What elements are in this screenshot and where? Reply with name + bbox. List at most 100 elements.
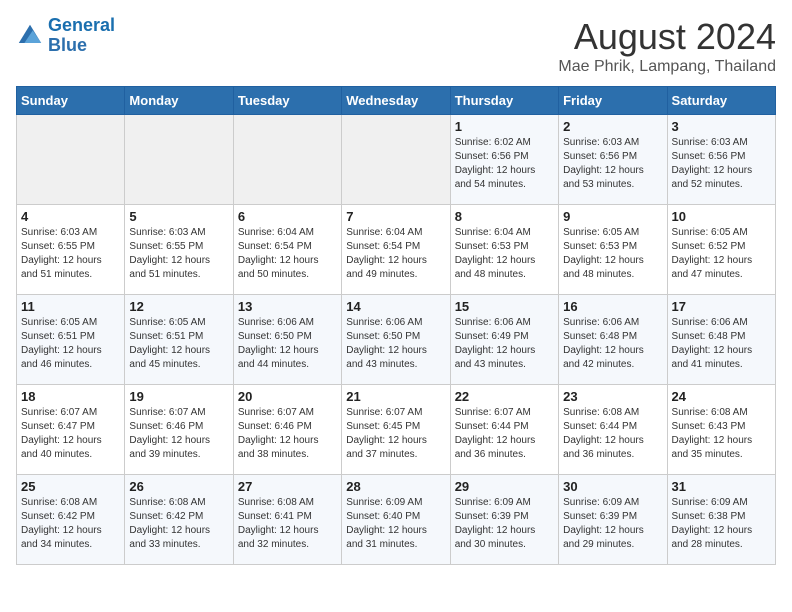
calendar-cell: 15 Sunrise: 6:06 AMSunset: 6:49 PMDayligh…	[450, 295, 558, 385]
calendar-cell: 30 Sunrise: 6:09 AMSunset: 6:39 PMDayligh…	[559, 475, 667, 565]
day-info: Sunrise: 6:07 AMSunset: 6:45 PMDaylight:…	[346, 406, 445, 462]
location: Mae Phrik, Lampang, Thailand	[558, 58, 776, 76]
day-info: Sunrise: 6:06 AMSunset: 6:49 PMDaylight:…	[455, 316, 554, 372]
weekday-header-tuesday: Tuesday	[233, 87, 341, 115]
day-number: 7	[346, 209, 445, 224]
calendar-cell: 16Sunrise: 6:06 AMSunset: 6:48 PMDayligh…	[559, 295, 667, 385]
calendar-cell: 13 Sunrise: 6:06 AMSunset: 6:50 PMDayligh…	[233, 295, 341, 385]
logo: General Blue	[16, 16, 115, 56]
day-number: 29	[455, 479, 554, 494]
day-number: 23	[563, 389, 662, 404]
calendar-cell: 14 Sunrise: 6:06 AMSunset: 6:50 PMDayligh…	[342, 295, 450, 385]
calendar-cell: 2Sunrise: 6:03 AMSunset: 6:56 PMDaylight…	[559, 115, 667, 205]
calendar-cell: 26Sunrise: 6:08 AMSunset: 6:42 PMDayligh…	[125, 475, 233, 565]
day-number: 18	[21, 389, 120, 404]
day-info: Sunrise: 6:03 AMSunset: 6:56 PMDaylight:…	[672, 136, 771, 192]
day-number: 30	[563, 479, 662, 494]
calendar-week-5: 25 Sunrise: 6:08 AMSunset: 6:42 PMDayligh…	[17, 475, 776, 565]
day-number: 25	[21, 479, 120, 494]
calendar-cell: 25 Sunrise: 6:08 AMSunset: 6:42 PMDayligh…	[17, 475, 125, 565]
day-number: 5	[129, 209, 228, 224]
day-info: Sunrise: 6:03 AMSunset: 6:55 PMDaylight:…	[21, 226, 120, 282]
weekday-header-sunday: Sunday	[17, 87, 125, 115]
day-info: Sunrise: 6:04 AMSunset: 6:53 PMDaylight:…	[455, 226, 554, 282]
day-number: 24	[672, 389, 771, 404]
day-info: Sunrise: 6:04 AMSunset: 6:54 PMDaylight:…	[238, 226, 337, 282]
calendar-cell: 29 Sunrise: 6:09 AMSunset: 6:39 PMDayligh…	[450, 475, 558, 565]
calendar-cell: 22Sunrise: 6:07 AMSunset: 6:44 PMDayligh…	[450, 385, 558, 475]
day-number: 6	[238, 209, 337, 224]
calendar-cell: 6 Sunrise: 6:04 AMSunset: 6:54 PMDaylight…	[233, 205, 341, 295]
weekday-header-wednesday: Wednesday	[342, 87, 450, 115]
calendar-cell: 7Sunrise: 6:04 AMSunset: 6:54 PMDaylight…	[342, 205, 450, 295]
day-info: Sunrise: 6:09 AMSunset: 6:40 PMDaylight:…	[346, 496, 445, 552]
calendar-cell: 5 Sunrise: 6:03 AMSunset: 6:55 PMDaylight…	[125, 205, 233, 295]
logo-text: General Blue	[48, 16, 115, 56]
weekday-header-monday: Monday	[125, 87, 233, 115]
day-number: 17	[672, 299, 771, 314]
calendar-week-2: 4 Sunrise: 6:03 AMSunset: 6:55 PMDaylight…	[17, 205, 776, 295]
day-number: 27	[238, 479, 337, 494]
day-info: Sunrise: 6:05 AMSunset: 6:53 PMDaylight:…	[563, 226, 662, 282]
calendar-cell: 1 Sunrise: 6:02 AMSunset: 6:56 PMDaylight…	[450, 115, 558, 205]
day-number: 21	[346, 389, 445, 404]
day-info: Sunrise: 6:08 AMSunset: 6:44 PMDaylight:…	[563, 406, 662, 462]
day-number: 1	[455, 119, 554, 134]
day-info: Sunrise: 6:06 AMSunset: 6:48 PMDaylight:…	[672, 316, 771, 372]
calendar-cell: 3Sunrise: 6:03 AMSunset: 6:56 PMDaylight…	[667, 115, 775, 205]
calendar-cell	[342, 115, 450, 205]
day-info: Sunrise: 6:06 AMSunset: 6:48 PMDaylight:…	[563, 316, 662, 372]
day-info: Sunrise: 6:05 AMSunset: 6:52 PMDaylight:…	[672, 226, 771, 282]
day-info: Sunrise: 6:08 AMSunset: 6:41 PMDaylight:…	[238, 496, 337, 552]
day-number: 15	[455, 299, 554, 314]
day-info: Sunrise: 6:07 AMSunset: 6:44 PMDaylight:…	[455, 406, 554, 462]
day-info: Sunrise: 6:07 AMSunset: 6:46 PMDaylight:…	[238, 406, 337, 462]
month-year: August 2024	[558, 16, 776, 58]
day-info: Sunrise: 6:03 AMSunset: 6:55 PMDaylight:…	[129, 226, 228, 282]
calendar-week-4: 18 Sunrise: 6:07 AMSunset: 6:47 PMDayligh…	[17, 385, 776, 475]
day-number: 20	[238, 389, 337, 404]
calendar-cell: 20 Sunrise: 6:07 AMSunset: 6:46 PMDayligh…	[233, 385, 341, 475]
day-info: Sunrise: 6:06 AMSunset: 6:50 PMDaylight:…	[238, 316, 337, 372]
calendar-cell: 28 Sunrise: 6:09 AMSunset: 6:40 PMDayligh…	[342, 475, 450, 565]
calendar-table: SundayMondayTuesdayWednesdayThursdayFrid…	[16, 86, 776, 565]
day-info: Sunrise: 6:07 AMSunset: 6:47 PMDaylight:…	[21, 406, 120, 462]
calendar-cell: 17 Sunrise: 6:06 AMSunset: 6:48 PMDayligh…	[667, 295, 775, 385]
day-number: 28	[346, 479, 445, 494]
day-number: 4	[21, 209, 120, 224]
calendar-cell: 19 Sunrise: 6:07 AMSunset: 6:46 PMDayligh…	[125, 385, 233, 475]
calendar-week-3: 11 Sunrise: 6:05 AMSunset: 6:51 PMDayligh…	[17, 295, 776, 385]
calendar-cell: 21 Sunrise: 6:07 AMSunset: 6:45 PMDayligh…	[342, 385, 450, 475]
calendar-cell: 10Sunrise: 6:05 AMSunset: 6:52 PMDayligh…	[667, 205, 775, 295]
calendar-week-1: 1 Sunrise: 6:02 AMSunset: 6:56 PMDaylight…	[17, 115, 776, 205]
day-number: 31	[672, 479, 771, 494]
calendar-cell	[233, 115, 341, 205]
day-info: Sunrise: 6:02 AMSunset: 6:56 PMDaylight:…	[455, 136, 554, 192]
day-info: Sunrise: 6:08 AMSunset: 6:42 PMDaylight:…	[21, 496, 120, 552]
day-info: Sunrise: 6:07 AMSunset: 6:46 PMDaylight:…	[129, 406, 228, 462]
day-number: 14	[346, 299, 445, 314]
day-number: 8	[455, 209, 554, 224]
day-number: 13	[238, 299, 337, 314]
day-info: Sunrise: 6:06 AMSunset: 6:50 PMDaylight:…	[346, 316, 445, 372]
day-info: Sunrise: 6:05 AMSunset: 6:51 PMDaylight:…	[129, 316, 228, 372]
day-number: 19	[129, 389, 228, 404]
day-number: 9	[563, 209, 662, 224]
calendar-cell: 27 Sunrise: 6:08 AMSunset: 6:41 PMDayligh…	[233, 475, 341, 565]
calendar-cell: 31 Sunrise: 6:09 AMSunset: 6:38 PMDayligh…	[667, 475, 775, 565]
day-info: Sunrise: 6:03 AMSunset: 6:56 PMDaylight:…	[563, 136, 662, 192]
calendar-cell: 9 Sunrise: 6:05 AMSunset: 6:53 PMDaylight…	[559, 205, 667, 295]
day-info: Sunrise: 6:09 AMSunset: 6:39 PMDaylight:…	[455, 496, 554, 552]
logo-icon	[16, 22, 44, 50]
day-info: Sunrise: 6:09 AMSunset: 6:39 PMDaylight:…	[563, 496, 662, 552]
weekday-header-saturday: Saturday	[667, 87, 775, 115]
calendar-cell: 18 Sunrise: 6:07 AMSunset: 6:47 PMDayligh…	[17, 385, 125, 475]
calendar-cell: 4 Sunrise: 6:03 AMSunset: 6:55 PMDaylight…	[17, 205, 125, 295]
weekday-header-row: SundayMondayTuesdayWednesdayThursdayFrid…	[17, 87, 776, 115]
day-number: 11	[21, 299, 120, 314]
calendar-cell: 12 Sunrise: 6:05 AMSunset: 6:51 PMDayligh…	[125, 295, 233, 385]
day-info: Sunrise: 6:09 AMSunset: 6:38 PMDaylight:…	[672, 496, 771, 552]
calendar-cell	[17, 115, 125, 205]
day-number: 12	[129, 299, 228, 314]
calendar-cell: 11Sunrise: 6:05 AMSunset: 6:51 PMDayligh…	[17, 295, 125, 385]
